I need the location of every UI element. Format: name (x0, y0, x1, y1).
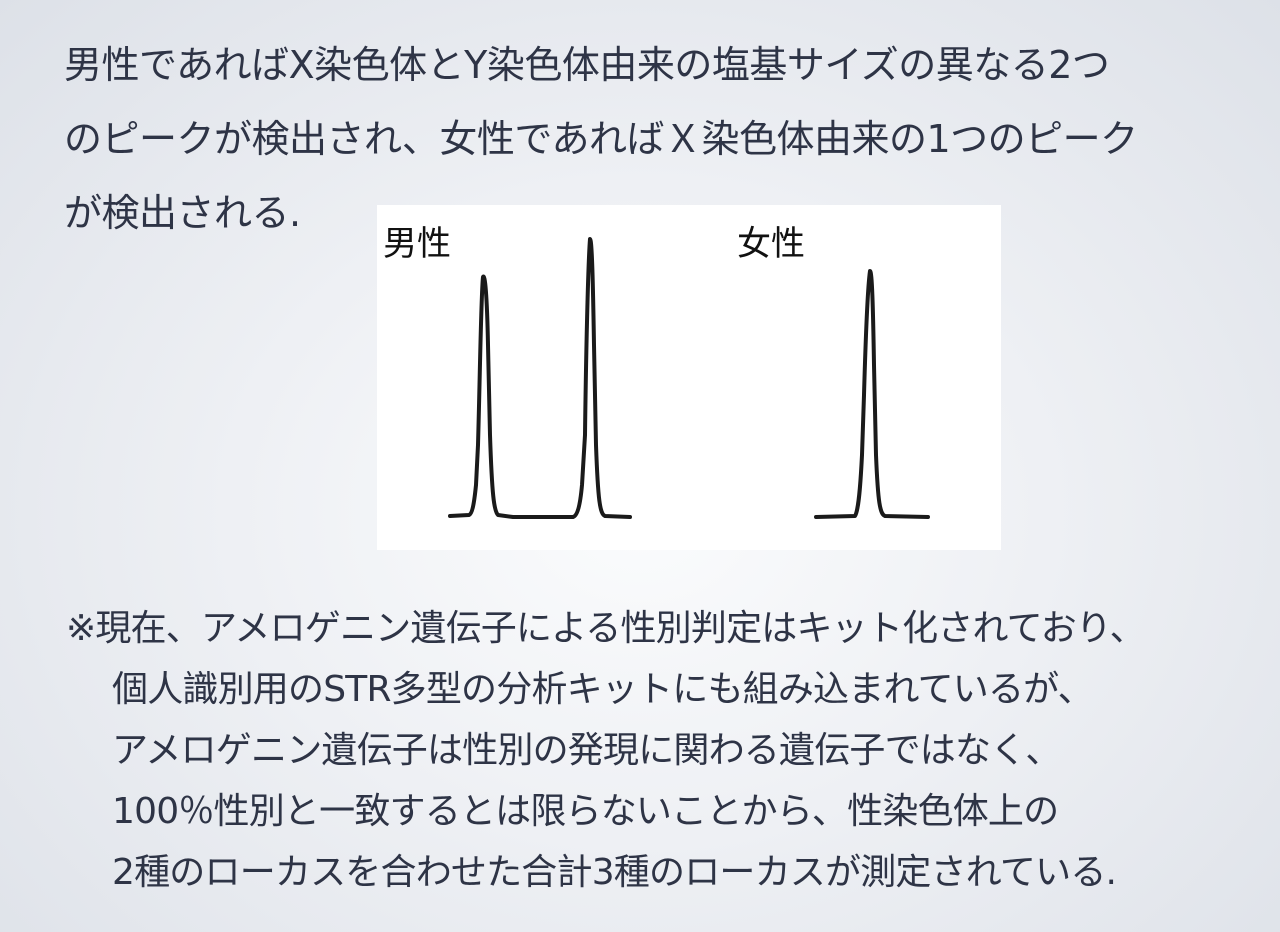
note-line-4: 100％性別と一致するとは限らないことから、性染色体上の (112, 791, 1059, 832)
note-line-2: 個人識別用のSTR多型の分析キットにも組み込まれているが、 (112, 669, 1094, 710)
female-label: 女性 (737, 224, 805, 264)
male-trace (448, 237, 632, 519)
note-paragraph: ※現在、アメロゲニン遺伝子による性別判定はキット化されており、 個人識別用のST… (66, 598, 1266, 903)
male-label: 男性 (383, 224, 451, 264)
note-line-1: ※現在、アメロゲニン遺伝子による性別判定はキット化されており、 (66, 608, 1146, 649)
peak-chart (448, 237, 930, 519)
note-line-5: 2種のローカスを合わせた合計3種のローカスが測定されている. (112, 852, 1117, 893)
note-line-3: アメロゲニン遺伝子は性別の発現に関わる遺伝子ではなく、 (112, 730, 1061, 771)
slide: 男性であればX染色体とY染色体由来の塩基サイズの異なる2つ のピークが検出され、… (0, 0, 1280, 932)
intro-line-1: 男性であればX染色体とY染色体由来の塩基サイズの異なる2つ (64, 43, 1110, 87)
electropherogram-figure: 男性 女性 (377, 205, 1001, 550)
intro-line-2: のピークが検出され、女性であればＸ染色体由来の1つのピーク (64, 117, 1138, 161)
female-trace (814, 269, 930, 519)
